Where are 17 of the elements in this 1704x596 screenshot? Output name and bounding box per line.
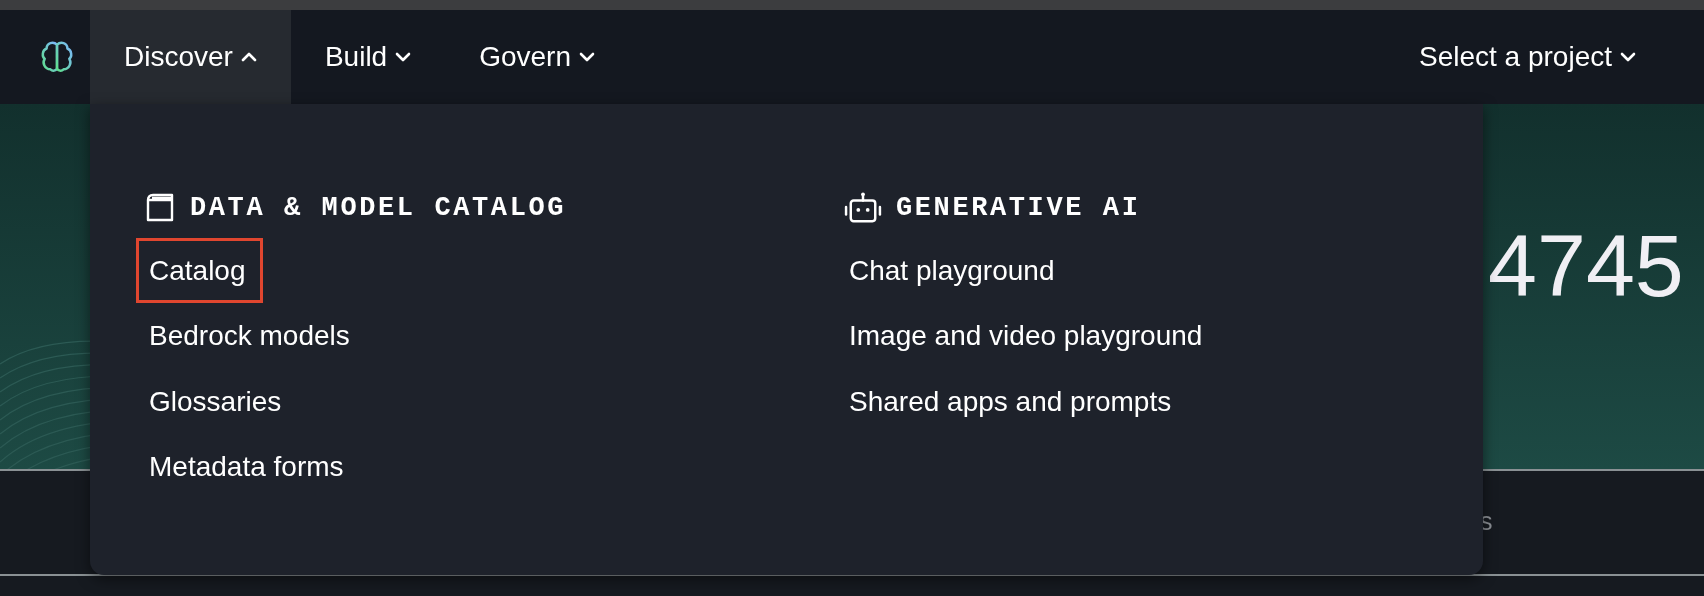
menu-item[interactable]: Image and video playground bbox=[836, 303, 1220, 369]
menu-item[interactable]: Shared apps and prompts bbox=[836, 368, 1189, 435]
menu-item[interactable]: Metadata forms bbox=[136, 434, 361, 500]
menu-item[interactable]: Chat playground bbox=[836, 238, 1072, 304]
nav-menu-tab[interactable]: Discover bbox=[90, 10, 291, 104]
menu-item[interactable]: Catalog bbox=[136, 238, 263, 304]
section-title: DATA & MODEL CATALOG bbox=[190, 193, 567, 223]
book-icon bbox=[144, 192, 176, 224]
brain-logo-icon bbox=[40, 40, 74, 74]
nav-menu-tab[interactable]: Govern bbox=[445, 10, 629, 104]
menu-item[interactable]: Glossaries bbox=[136, 368, 299, 435]
project-selector[interactable]: Select a project bbox=[1419, 10, 1704, 104]
robot-icon bbox=[844, 192, 882, 224]
nav-menu-tab[interactable]: Build bbox=[290, 10, 446, 104]
banner-heading: 4745 bbox=[1488, 222, 1684, 310]
menu-item[interactable]: Bedrock models bbox=[136, 303, 367, 369]
section-title: GENERATIVE AI bbox=[896, 193, 1141, 223]
